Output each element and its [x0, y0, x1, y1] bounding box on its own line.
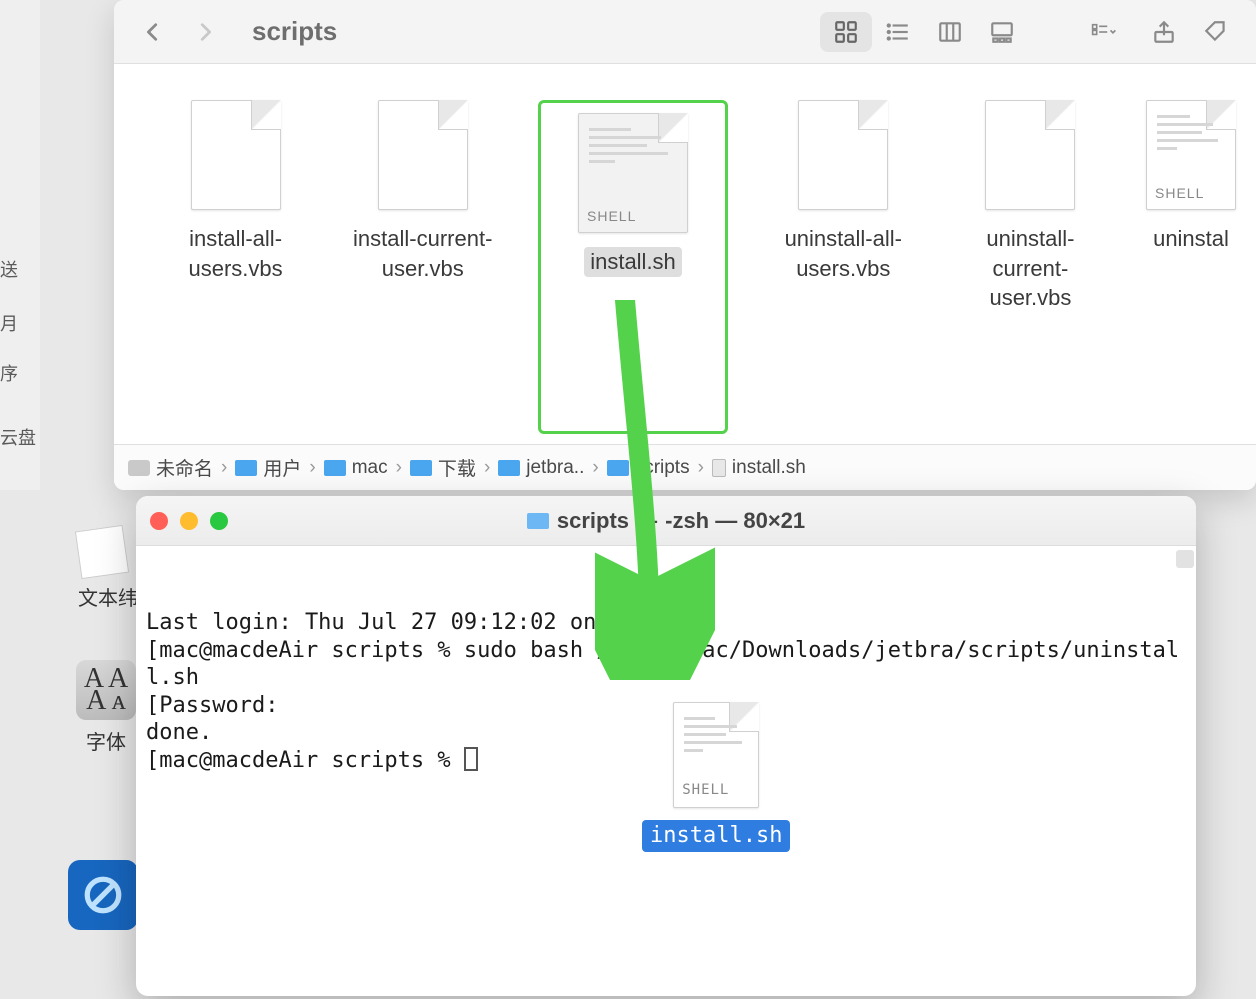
file-label: install-current-user.vbs [351, 224, 494, 283]
scroll-indicator-icon [1176, 550, 1194, 568]
view-icons-button[interactable] [820, 12, 872, 52]
terminal-body[interactable]: Last login: Thu Jul 27 09:12:02 on conso… [136, 546, 1196, 996]
prohibit-icon [68, 860, 138, 930]
forward-button[interactable] [194, 17, 216, 47]
file-label: uninstal [1153, 224, 1229, 254]
shell-file-icon [673, 702, 759, 808]
finder-window: scripts [114, 0, 1256, 490]
path-segment[interactable]: 用户 [235, 454, 301, 481]
finder-file-grid: install-all-users.vbs install-current-us… [114, 64, 1256, 444]
textedit-icon [75, 525, 129, 579]
path-segment[interactable]: 下载 [410, 454, 476, 481]
path-segment[interactable]: mac [324, 457, 388, 479]
document-icon [712, 459, 726, 477]
folder-icon [607, 460, 629, 476]
terminal-prompt: [mac@macdeAir scripts % [146, 748, 464, 773]
file-item[interactable]: install-all-users.vbs [164, 100, 307, 434]
file-icon [985, 100, 1075, 210]
folder-icon [324, 460, 346, 476]
dragged-file-label: install.sh [642, 820, 790, 852]
folder-icon [527, 513, 549, 529]
file-item-selected[interactable]: install.sh [538, 100, 727, 434]
desktop-icon-label: 文本纬 [78, 582, 138, 611]
terminal-line: [Password: [146, 693, 278, 718]
drive-icon [128, 460, 150, 476]
folder-icon [410, 460, 432, 476]
view-gallery-button[interactable] [976, 12, 1028, 52]
sidebar-fragment-item: 月 [0, 310, 18, 336]
path-segment[interactable]: jetbra.. [498, 457, 584, 479]
terminal-line: done. [146, 720, 212, 745]
terminal-line: Last login: Thu Jul 27 09:12:02 on conso… [146, 610, 702, 635]
view-columns-button[interactable] [924, 12, 976, 52]
terminal-title: scripts — -zsh — 80×21 [527, 508, 805, 534]
file-item[interactable]: uninstal [1146, 100, 1236, 434]
share-button[interactable] [1138, 12, 1190, 52]
window-minimize-button[interactable] [180, 512, 198, 530]
file-item[interactable]: uninstall-all-users.vbs [772, 100, 915, 434]
desktop-textedit-icon[interactable]: 文本纬 [78, 528, 138, 611]
path-segment[interactable]: scripts [607, 457, 690, 479]
path-segment[interactable]: 未命名 [128, 454, 213, 481]
desktop-app-icon[interactable] [68, 860, 138, 930]
file-item[interactable]: uninstall-current-user.vbs [959, 100, 1102, 434]
file-icon [191, 100, 281, 210]
group-by-button[interactable] [1070, 12, 1138, 52]
file-label: uninstall-current-user.vbs [959, 224, 1102, 313]
fontbook-icon: A A A ᴀ [76, 660, 136, 720]
view-list-button[interactable] [872, 12, 924, 52]
tags-button[interactable] [1190, 12, 1242, 52]
path-segment[interactable]: install.sh [712, 457, 806, 479]
folder-icon [498, 460, 520, 476]
sidebar-fragment-item: 送 [0, 256, 18, 282]
shell-file-icon [1146, 100, 1236, 210]
window-close-button[interactable] [150, 512, 168, 530]
back-button[interactable] [142, 17, 164, 47]
finder-sidebar-fragment: 送 月 序 云盘 [0, 0, 40, 490]
sidebar-fragment-item: 序 [0, 360, 18, 386]
terminal-titlebar[interactable]: scripts — -zsh — 80×21 [136, 496, 1196, 546]
terminal-window: scripts — -zsh — 80×21 Last login: Thu J… [136, 496, 1196, 996]
window-zoom-button[interactable] [210, 512, 228, 530]
file-label: uninstall-all-users.vbs [772, 224, 915, 283]
folder-icon [235, 460, 257, 476]
file-label: install-all-users.vbs [164, 224, 307, 283]
file-icon [798, 100, 888, 210]
dragged-file-preview[interactable]: install.sh [642, 702, 790, 852]
desktop-icon-label: 字体 [76, 726, 136, 755]
sidebar-fragment-item: 云盘 [0, 424, 36, 450]
terminal-line: [mac@macdeAir scripts % sudo bash /Users… [146, 638, 1179, 691]
file-item[interactable]: install-current-user.vbs [351, 100, 494, 434]
file-label: install.sh [584, 247, 682, 277]
finder-toolbar: scripts [114, 0, 1256, 64]
desktop-fontbook-icon[interactable]: A A A ᴀ 字体 [76, 660, 136, 755]
view-mode-group [820, 12, 1028, 52]
file-icon [378, 100, 468, 210]
terminal-cursor [464, 747, 478, 771]
finder-pathbar: 未命名› 用户› mac› 下载› jetbra..› scripts› ins… [114, 444, 1256, 490]
shell-file-icon [578, 113, 688, 233]
finder-title: scripts [252, 16, 337, 47]
